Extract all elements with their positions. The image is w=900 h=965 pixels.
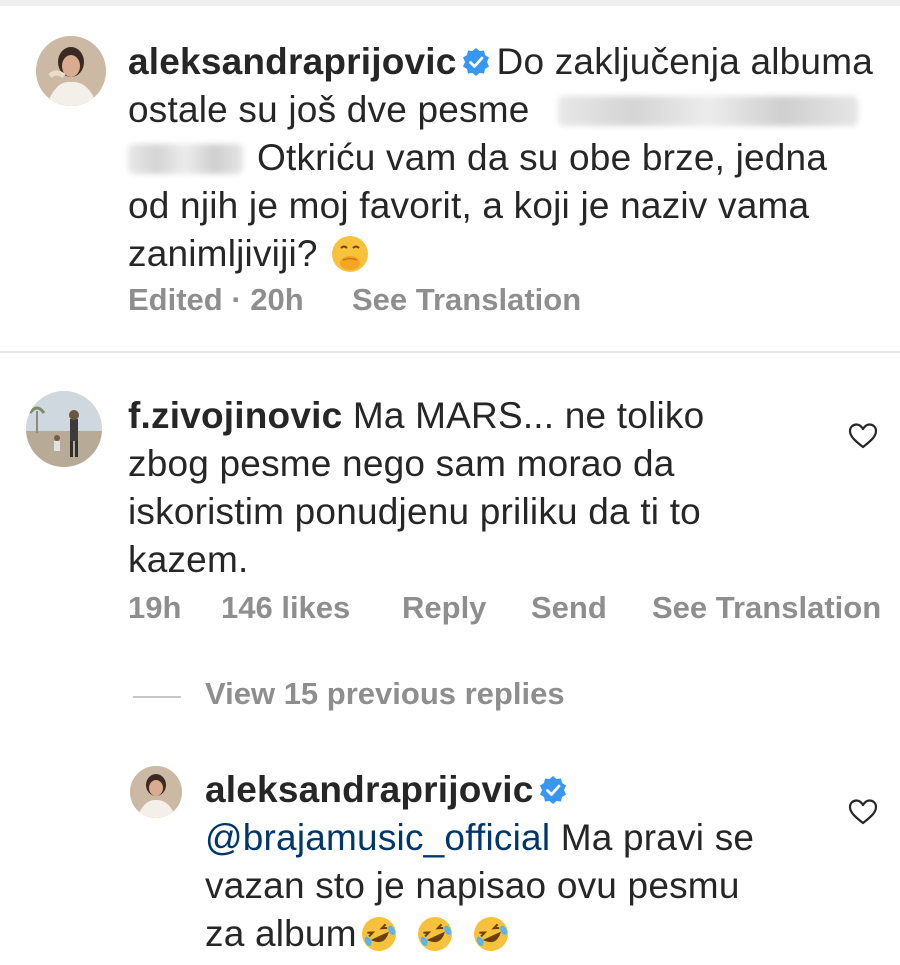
comment-timestamp: 19h xyxy=(128,590,182,625)
like-heart-icon[interactable] xyxy=(848,422,878,450)
reply-text-line: za album xyxy=(205,913,357,954)
top-border xyxy=(0,0,900,6)
comment-text-line: iskoristim ponudjenu priliku da ti to xyxy=(128,491,701,532)
send-button[interactable]: Send xyxy=(531,590,607,626)
rolling-on-floor-laughing-emoji-icon xyxy=(361,917,396,951)
comment-username[interactable]: f.zivojinovic xyxy=(128,395,342,436)
comment-text-line: zbog pesme nego sam morao da xyxy=(128,443,675,484)
comment-username[interactable]: aleksandraprijovic xyxy=(128,41,457,82)
like-heart-icon[interactable] xyxy=(848,798,878,826)
replies-line xyxy=(133,696,181,698)
mention-link[interactable]: @brajamusic_official xyxy=(205,817,550,858)
comment-text-line: Do zaključenja albuma xyxy=(496,41,874,82)
rolling-on-floor-laughing-emoji-icon xyxy=(473,917,508,951)
reply-username[interactable]: aleksandraprijovic xyxy=(205,769,534,810)
see-translation-button[interactable]: See Translation xyxy=(352,282,581,318)
edited-timestamp: Edited · 20h xyxy=(128,282,304,317)
comment-text: f.zivojinovic Ma MARS... ne toliko zbog … xyxy=(128,392,828,584)
reply-text: aleksandraprijovic @brajamusic_official … xyxy=(205,766,825,958)
rolling-on-floor-laughing-emoji-icon xyxy=(417,917,452,951)
avatar[interactable] xyxy=(26,391,102,467)
reply-text-line: Ma pravi se xyxy=(560,817,755,858)
view-previous-replies-button[interactable]: View 15 previous replies xyxy=(205,676,565,712)
divider xyxy=(0,351,900,353)
comments-screen: aleksandraprijovic Do zaključenja albuma… xyxy=(0,0,900,965)
blurred-text xyxy=(128,144,243,174)
comment-actions: 19h 146 likes Reply Send See Translation xyxy=(128,590,898,626)
face-with-hand-over-mouth-emoji-icon xyxy=(332,236,369,272)
comment-text-line: od njih je moj favorit, a koji je naziv … xyxy=(128,185,810,226)
comment-text-line: zanimljiviji? xyxy=(128,233,318,274)
comment-text: aleksandraprijovic Do zaključenja albuma… xyxy=(128,38,898,278)
blurred-text xyxy=(558,96,859,126)
comment-text-line: Otkriću vam da su obe brze, jedna xyxy=(257,137,828,178)
comment-text-line: ostale su još dve pesme xyxy=(128,89,530,130)
verified-badge-icon xyxy=(539,776,566,804)
comment-text-line: kazem. xyxy=(128,539,249,580)
comment-text-line: Ma MARS... ne toliko xyxy=(352,395,705,436)
comment-meta: Edited · 20h See Translation xyxy=(128,282,898,318)
avatar[interactable] xyxy=(36,36,106,106)
reply-button[interactable]: Reply xyxy=(402,590,486,626)
avatar[interactable] xyxy=(130,766,182,818)
verified-badge-icon xyxy=(462,48,489,76)
reply-text-line: vazan sto je napisao ovu pesmu xyxy=(205,865,740,906)
see-translation-button[interactable]: See Translation xyxy=(652,590,881,626)
likes-count[interactable]: 146 likes xyxy=(221,590,350,626)
